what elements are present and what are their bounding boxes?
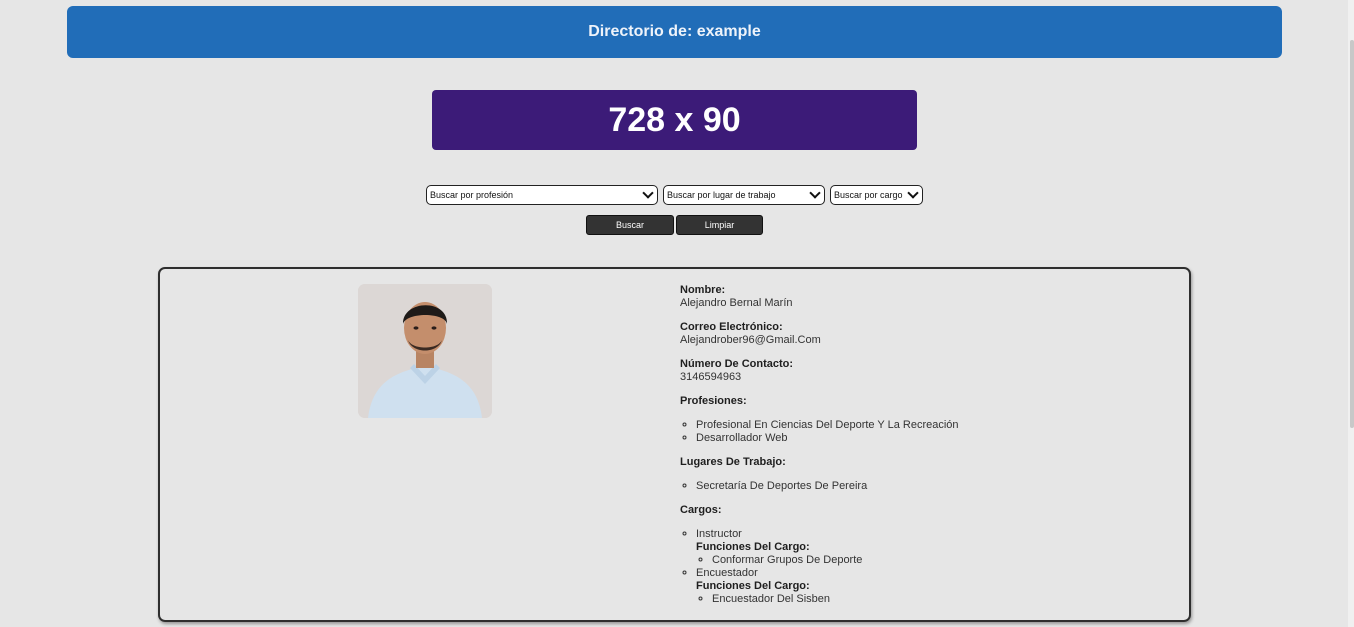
position-name: Encuestador bbox=[696, 567, 758, 579]
profile-photo bbox=[358, 284, 492, 418]
search-button[interactable]: Buscar bbox=[586, 215, 674, 235]
position-item: Encuestador Funciones Del Cargo: Encuest… bbox=[696, 567, 1160, 606]
ad-banner-text: 728 x 90 bbox=[608, 100, 741, 139]
profession-item: Desarrollador Web bbox=[696, 432, 1160, 445]
person-photo-illustration bbox=[358, 284, 492, 418]
profession-select-value: Buscar por profesión bbox=[430, 190, 514, 200]
chevron-down-icon bbox=[907, 187, 919, 199]
functions-list: Encuestador Del Sisben bbox=[696, 593, 1160, 606]
email-value: Alejandrober96@Gmail.Com bbox=[680, 334, 821, 346]
workplace-select-value: Buscar por lugar de trabajo bbox=[667, 190, 776, 200]
functions-label: Funciones Del Cargo: bbox=[696, 541, 810, 553]
positions-list: Instructor Funciones Del Cargo: Conforma… bbox=[680, 528, 1160, 606]
workplaces-list: Secretaría De Deportes De Pereira bbox=[680, 480, 1160, 493]
function-item: Conformar Grupos De Deporte bbox=[712, 554, 1160, 567]
page-scrollbar[interactable] bbox=[1348, 0, 1354, 627]
profession-select[interactable]: Buscar por profesión bbox=[426, 185, 658, 205]
workplace-item: Secretaría De Deportes De Pereira bbox=[696, 480, 1160, 493]
name-field: Nombre: Alejandro Bernal Marín bbox=[680, 284, 1160, 310]
ad-banner[interactable]: 728 x 90 bbox=[432, 90, 917, 150]
functions-label: Funciones Del Cargo: bbox=[696, 580, 810, 592]
email-field: Correo Electrónico: Alejandrober96@Gmail… bbox=[680, 321, 1160, 347]
function-item: Encuestador Del Sisben bbox=[712, 593, 1160, 606]
workplaces-label: Lugares De Trabajo: bbox=[680, 456, 786, 468]
name-label: Nombre: bbox=[680, 284, 726, 296]
professions-list: Profesional En Ciencias Del Deporte Y La… bbox=[680, 419, 1160, 445]
functions-list: Conformar Grupos De Deporte bbox=[696, 554, 1160, 567]
clear-button[interactable]: Limpiar bbox=[676, 215, 763, 235]
position-item: Instructor Funciones Del Cargo: Conforma… bbox=[696, 528, 1160, 567]
profession-item: Profesional En Ciencias Del Deporte Y La… bbox=[696, 419, 1160, 432]
directory-header: Directorio de: example bbox=[67, 6, 1282, 58]
page-title: Directorio de: example bbox=[588, 23, 761, 40]
email-label: Correo Electrónico: bbox=[680, 321, 783, 333]
position-select[interactable]: Buscar por cargo bbox=[830, 185, 923, 205]
professions-label: Profesiones: bbox=[680, 395, 747, 407]
phone-label: Número De Contacto: bbox=[680, 358, 794, 370]
workplace-select[interactable]: Buscar por lugar de trabajo bbox=[663, 185, 825, 205]
scrollbar-thumb[interactable] bbox=[1350, 40, 1354, 428]
position-name: Instructor bbox=[696, 528, 742, 540]
position-select-value: Buscar por cargo bbox=[834, 190, 903, 200]
chevron-down-icon bbox=[642, 187, 654, 199]
phone-value: 3146594963 bbox=[680, 371, 742, 383]
chevron-down-icon bbox=[809, 187, 821, 199]
positions-label: Cargos: bbox=[680, 504, 722, 516]
phone-field: Número De Contacto: 3146594963 bbox=[680, 358, 1160, 384]
name-value: Alejandro Bernal Marín bbox=[680, 297, 793, 309]
person-info: Nombre: Alejandro Bernal Marín Correo El… bbox=[680, 284, 1160, 617]
